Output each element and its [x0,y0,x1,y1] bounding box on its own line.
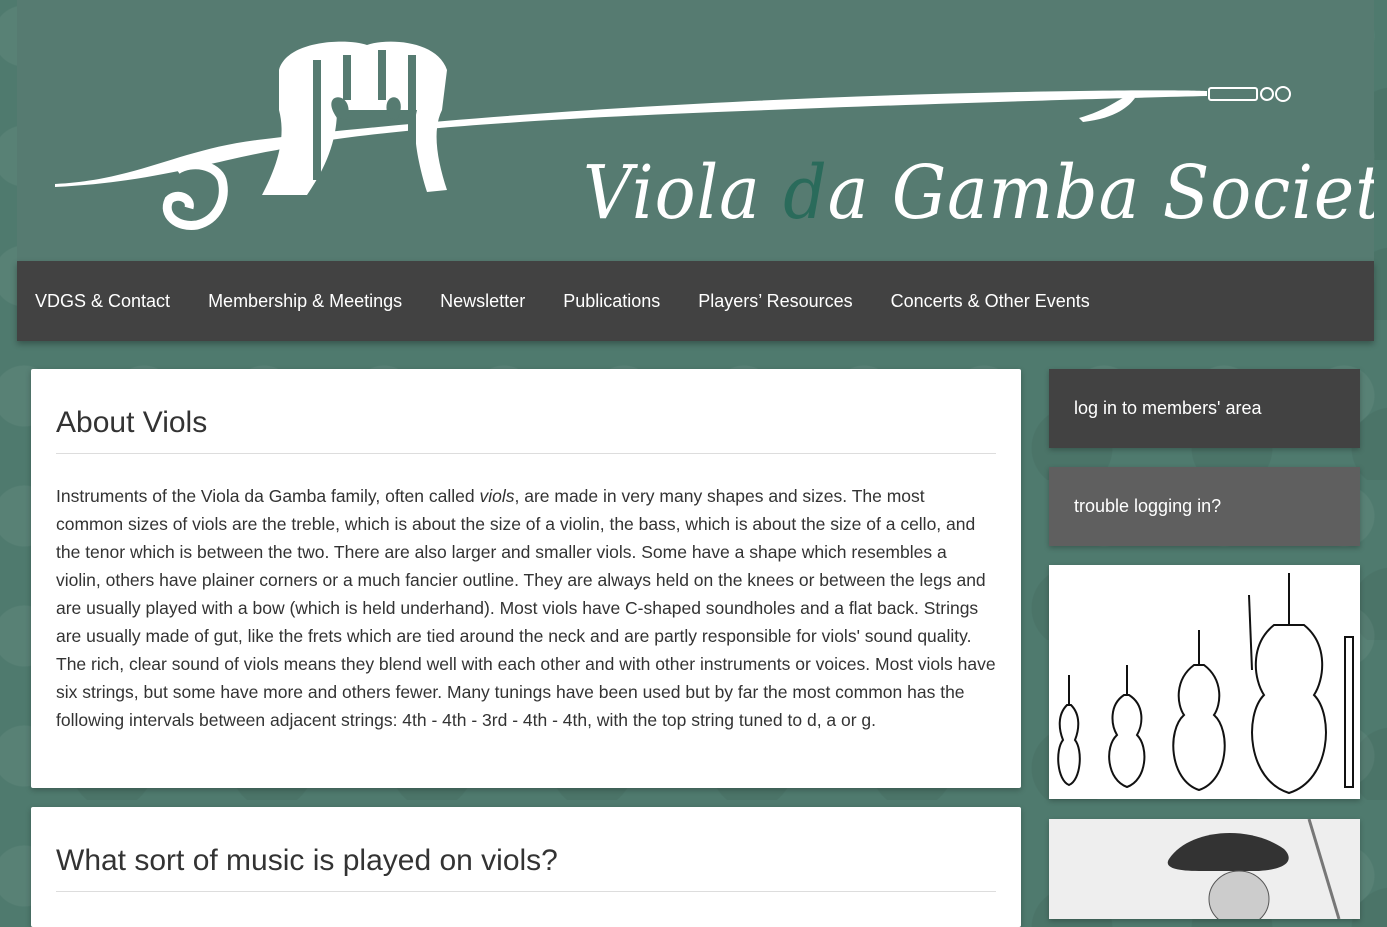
site-header: Viola da Gamba Society [17,0,1374,261]
nav-item-newsletter[interactable]: Newsletter [440,291,525,312]
site-title[interactable]: Viola da Gamba Society [583,150,1374,236]
members-login-button[interactable]: log in to members' area [1049,369,1360,448]
nav-item-vdgs-contact[interactable]: VDGS & Contact [35,291,170,312]
portrait-engraving [1049,819,1360,919]
about-viols-text: Instruments of the Viola da Gamba family… [56,486,996,730]
about-viols-card: About Viols Instruments of the Viola da … [31,369,1021,788]
main-navigation: VDGS & Contact Membership & Meetings New… [17,261,1374,341]
trouble-logging-in-button[interactable]: trouble logging in? [1049,467,1360,546]
viol-family-illustration [1049,565,1360,799]
nav-item-players-resources[interactable]: Players’ Resources [698,291,852,312]
music-card: What sort of music is played on viols? [31,807,1021,927]
music-heading: What sort of music is played on viols? [56,807,996,892]
title-accent-letter: d [783,150,828,236]
about-viols-heading: About Viols [56,369,996,454]
nav-item-publications[interactable]: Publications [563,291,660,312]
nav-item-membership-meetings[interactable]: Membership & Meetings [208,291,402,312]
nav-item-concerts-events[interactable]: Concerts & Other Events [891,291,1090,312]
